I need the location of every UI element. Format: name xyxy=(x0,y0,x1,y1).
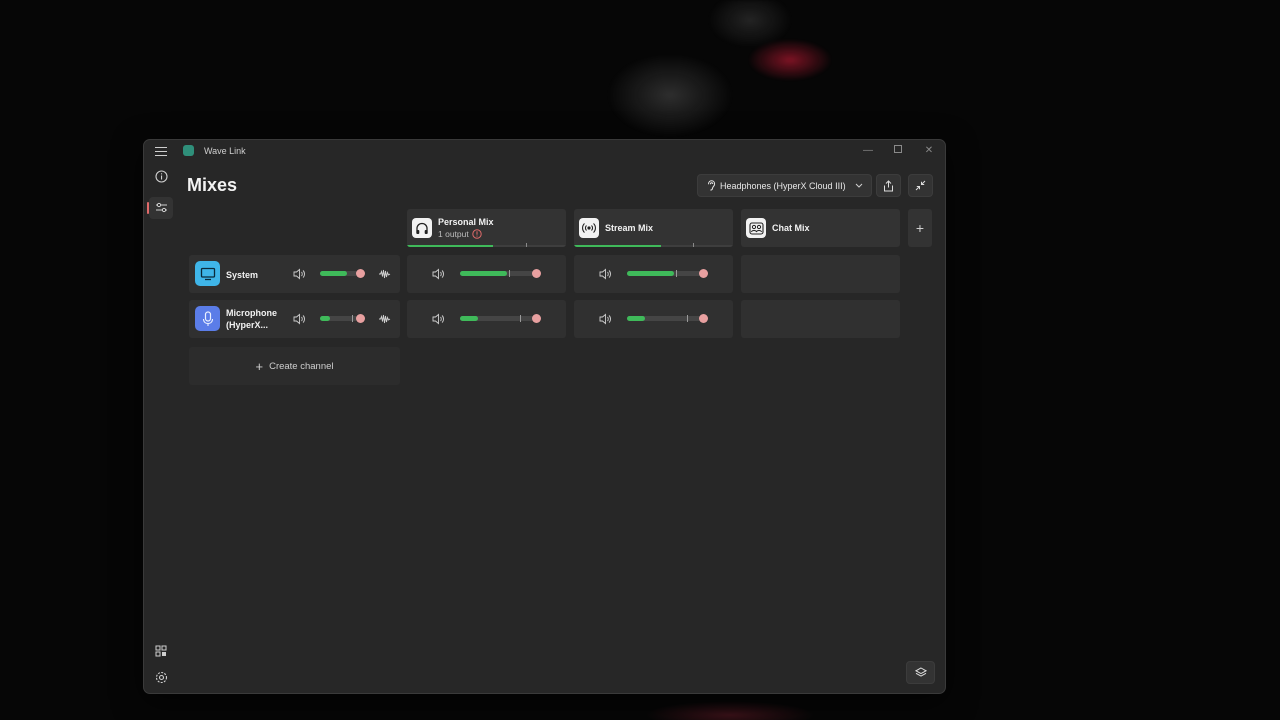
create-channel-button[interactable]: + Create channel xyxy=(189,347,400,385)
share-icon xyxy=(884,179,893,191)
mix-output-count: 1 output xyxy=(438,229,482,239)
waveform-icon[interactable] xyxy=(378,268,391,280)
mix-level-fill xyxy=(407,245,493,247)
speaker-icon[interactable] xyxy=(599,268,612,280)
mix-cell-microphone-personal[interactable] xyxy=(407,300,566,338)
mix-header-stream[interactable]: Stream Mix xyxy=(574,209,733,247)
input-volume-fill xyxy=(320,271,348,276)
mix-volume-marker xyxy=(520,315,521,322)
input-volume-slider[interactable] xyxy=(320,271,358,276)
mix-level-marker xyxy=(693,243,694,247)
speaker-icon[interactable] xyxy=(599,313,612,325)
mix-output-label: 1 output xyxy=(438,229,469,239)
app-logo-icon xyxy=(183,145,194,156)
close-button[interactable]: ✕ xyxy=(922,144,936,158)
input-volume-fill xyxy=(320,316,330,321)
mix-volume-knob[interactable] xyxy=(699,314,708,323)
speaker-icon[interactable] xyxy=(293,313,306,325)
mix-name: Stream Mix xyxy=(605,223,654,233)
plus-icon: + xyxy=(255,358,264,374)
wallpaper-glove-lower xyxy=(600,690,860,720)
input-volume-marker xyxy=(352,315,353,322)
mix-volume-fill xyxy=(627,271,675,276)
waveform-icon[interactable] xyxy=(378,313,391,325)
mix-level-track xyxy=(574,245,733,247)
ear-icon xyxy=(707,180,716,191)
channel-name: System xyxy=(226,270,259,280)
layers-button[interactable] xyxy=(906,661,935,684)
output-device-dropdown[interactable]: Headphones (HyperX Cloud III) xyxy=(697,174,872,197)
speaker-icon[interactable] xyxy=(432,268,445,280)
collapse-icon xyxy=(915,180,926,191)
mix-header-chat[interactable]: Chat Mix xyxy=(741,209,900,247)
mix-volume-fill xyxy=(460,271,508,276)
window-title: Wave Link xyxy=(204,146,246,156)
chevron-down-icon xyxy=(855,183,863,188)
mix-volume-slider[interactable] xyxy=(460,315,536,322)
mix-volume-slider[interactable] xyxy=(627,315,703,322)
plus-icon: + xyxy=(915,220,925,236)
speaker-icon[interactable] xyxy=(293,268,306,280)
mix-volume-marker xyxy=(687,315,688,322)
mixer-nav-button[interactable] xyxy=(147,197,173,219)
mix-cell-system-stream[interactable] xyxy=(574,255,733,293)
broadcast-icon xyxy=(579,218,599,238)
minimize-button[interactable]: — xyxy=(861,144,875,158)
mix-volume-knob[interactable] xyxy=(532,269,541,278)
input-volume-knob[interactable] xyxy=(356,314,365,323)
mix-name: Chat Mix xyxy=(772,223,810,233)
layers-icon xyxy=(914,667,927,677)
plugin-button[interactable] xyxy=(149,640,173,662)
monitor-icon xyxy=(195,261,220,286)
input-volume-knob[interactable] xyxy=(356,269,365,278)
title-bar: Wave Link — ✕ xyxy=(144,140,945,162)
mix-header-personal[interactable]: Personal Mix 1 output xyxy=(407,209,566,247)
channel-name-line1: Microphone xyxy=(226,308,277,318)
page-title: Mixes xyxy=(187,175,238,195)
speaker-icon[interactable] xyxy=(432,313,445,325)
gear-icon xyxy=(155,671,167,683)
mix-volume-marker xyxy=(676,270,677,277)
create-channel-label: Create channel xyxy=(269,360,334,372)
mix-cell-microphone-stream[interactable] xyxy=(574,300,733,338)
people-icon xyxy=(746,218,766,238)
mix-volume-slider[interactable] xyxy=(627,270,703,277)
mix-cell-system-chat[interactable] xyxy=(741,255,900,293)
settings-button[interactable] xyxy=(149,666,173,688)
mix-cell-microphone-chat[interactable] xyxy=(741,300,900,338)
maximize-button[interactable] xyxy=(891,144,905,158)
hamburger-menu-icon[interactable] xyxy=(154,144,168,158)
grid-plugin-icon xyxy=(155,645,167,657)
mix-level-fill xyxy=(574,245,662,247)
mix-volume-marker xyxy=(509,270,510,277)
mix-volume-slider[interactable] xyxy=(460,270,536,277)
compact-view-button[interactable] xyxy=(908,174,933,197)
sliders-icon xyxy=(155,202,167,213)
channel-row-system[interactable]: System xyxy=(189,255,400,293)
share-button[interactable] xyxy=(876,174,901,197)
add-mix-button[interactable]: + xyxy=(908,209,932,247)
microphone-icon xyxy=(195,306,220,331)
input-volume-slider[interactable] xyxy=(320,315,358,322)
mix-level-track xyxy=(407,245,566,247)
info-icon xyxy=(154,169,168,183)
warning-info-icon[interactable] xyxy=(472,229,482,239)
mix-level-marker xyxy=(526,243,527,247)
wave-link-window: Wave Link — ✕ Mixes Headphones (HyperX C… xyxy=(143,139,946,694)
channel-name-line2: (HyperX... xyxy=(226,320,269,330)
mix-volume-knob[interactable] xyxy=(699,269,708,278)
left-rail xyxy=(144,162,178,693)
mix-volume-fill xyxy=(460,316,479,321)
wallpaper-glove-image xyxy=(560,0,860,140)
headphones-icon xyxy=(412,218,432,238)
mix-cell-system-personal[interactable] xyxy=(407,255,566,293)
channel-row-microphone[interactable]: Microphone (HyperX... xyxy=(189,300,400,338)
info-button[interactable] xyxy=(149,165,173,187)
mix-name: Personal Mix xyxy=(438,217,494,227)
output-device-label: Headphones (HyperX Cloud III) xyxy=(720,180,846,191)
mix-volume-fill xyxy=(627,316,646,321)
mix-volume-knob[interactable] xyxy=(532,314,541,323)
